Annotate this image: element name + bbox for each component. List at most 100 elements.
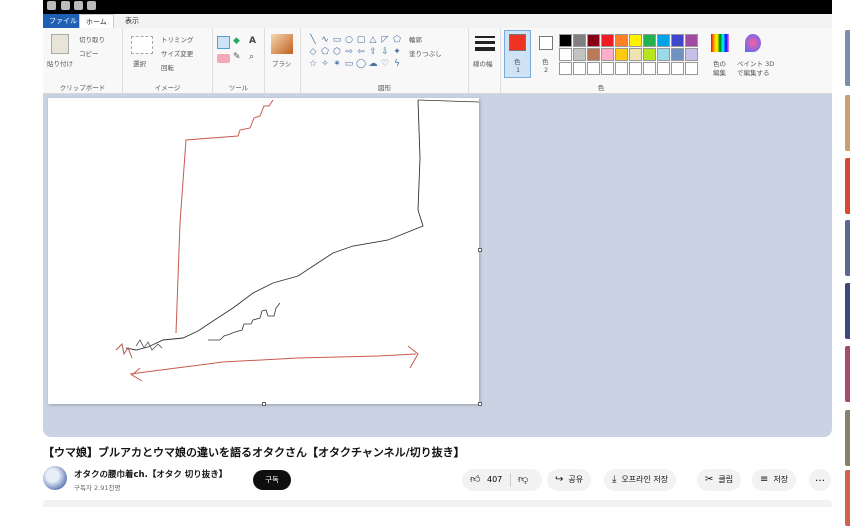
resize-button[interactable]: サイズ変更 [161, 48, 193, 58]
paste-button[interactable]: 貼り付け [47, 58, 73, 68]
color-swatch[interactable] [671, 62, 684, 75]
copy-button[interactable]: コピー [79, 48, 99, 58]
recommended-thumbnail[interactable] [845, 283, 850, 339]
text-icon[interactable]: A [249, 36, 262, 49]
color-swatch[interactable] [573, 34, 586, 47]
canvas-drawing [115, 99, 479, 382]
magnifier-icon[interactable]: ⌕ [249, 52, 262, 65]
color-swatch[interactable] [587, 62, 600, 75]
video-player[interactable]: ファイル ホーム 表示 貼り付け 切り取り コピー クリップボード 選択 トリミ… [43, 0, 832, 437]
color-swatch[interactable] [629, 62, 642, 75]
color-swatch[interactable] [601, 62, 614, 75]
scissors-icon: ✂ [705, 474, 714, 485]
color-swatch[interactable] [587, 34, 600, 47]
resize-handle-bottom[interactable] [262, 402, 266, 406]
channel-avatar[interactable] [43, 466, 67, 490]
color-swatch[interactable] [601, 34, 614, 47]
line-width-icon[interactable] [475, 36, 495, 38]
pencil-icon[interactable] [217, 36, 230, 49]
offline-save-button[interactable]: ⤓ 오프라인 저장 [604, 469, 677, 491]
color-swatch[interactable] [615, 48, 628, 61]
add-to-playlist-icon: ≡ [760, 474, 769, 485]
clipboard-group: 貼り付け 切り取り コピー クリップボード [43, 28, 123, 94]
color-swatch[interactable] [685, 34, 698, 47]
redo-icon[interactable] [87, 1, 96, 10]
description-box[interactable] [43, 500, 832, 507]
recommended-thumbnail[interactable] [845, 470, 850, 526]
fill-icon[interactable]: ◆ [233, 36, 246, 49]
recommended-thumbnail[interactable] [845, 158, 850, 214]
color-swatch[interactable] [657, 34, 670, 47]
recommended-thumbnail[interactable] [845, 346, 850, 402]
edit-colors-button-line2: 編集 [713, 69, 726, 77]
like-button[interactable]: 👍︎ 407 [470, 469, 502, 491]
color-swatch[interactable] [657, 48, 670, 61]
resize-handle-corner[interactable] [478, 402, 482, 406]
clip-button[interactable]: ✂ 클립 [697, 469, 742, 491]
line-width-button[interactable]: 線の幅 [473, 58, 493, 68]
eraser-icon[interactable] [217, 54, 230, 63]
like-divider [510, 473, 511, 487]
share-button[interactable]: ↪ 공유 [547, 469, 592, 491]
paint-canvas[interactable] [48, 98, 479, 404]
tab-file[interactable]: ファイル [43, 14, 83, 28]
color-swatch[interactable] [601, 48, 614, 61]
color-swatch[interactable] [643, 34, 656, 47]
color-swatch[interactable] [629, 48, 642, 61]
size-group: 線の幅 [469, 28, 501, 94]
undo-icon[interactable] [74, 1, 83, 10]
recommended-thumbnail[interactable] [845, 410, 850, 466]
color-swatch[interactable] [685, 62, 698, 75]
paint3d-icon[interactable] [745, 34, 761, 52]
rotate-button[interactable]: 回転 [161, 62, 174, 72]
tab-home[interactable]: ホーム [79, 14, 114, 28]
color2-sub: 2 [544, 66, 549, 74]
paste-icon[interactable] [51, 34, 69, 54]
color-swatch[interactable] [657, 62, 670, 75]
color-swatch[interactable] [573, 62, 586, 75]
select-icon[interactable] [131, 36, 153, 54]
color-swatch[interactable] [643, 62, 656, 75]
channel-name[interactable]: オタクの腰巾着ch.【オタク 切り抜き】 [74, 468, 227, 480]
video-title: 【ウマ娘】ブルアカとウマ娘の違いを語るオタクさん【オタクチャンネル/切り抜き】 [43, 446, 465, 459]
cut-button[interactable]: 切り取り [79, 34, 105, 44]
color-swatch[interactable] [643, 48, 656, 61]
crop-button[interactable]: トリミング [161, 34, 194, 44]
color-palette[interactable] [559, 34, 698, 75]
color-swatch[interactable] [573, 48, 586, 61]
download-icon: ⤓ [612, 474, 617, 485]
recommended-thumbnail[interactable] [845, 95, 850, 151]
shapes-gallery[interactable]: ╲ ∿ ▭ ○ ▢ △ ◸ ⬠ ◇ ⬠ ⬡ ⇨ ⇦ ⇧ ⇩ ✦ ☆ ✧ ✶ ▭ ◯ ☁ ♡ ϟ [307, 34, 403, 70]
tools-group: ◆ A ✎ ⌕ ツール [213, 28, 265, 94]
select-button[interactable]: 選択 [133, 58, 146, 68]
save-button[interactable]: ≡ 저장 [752, 469, 797, 491]
color-swatch[interactable] [615, 62, 628, 75]
recommended-thumbnail[interactable] [845, 220, 850, 276]
ribbon-tabs: ファイル ホーム 表示 [43, 14, 832, 28]
color-swatch[interactable] [615, 34, 628, 47]
recommended-thumbnail[interactable] [845, 30, 850, 86]
outline-button[interactable]: 輪郭 [409, 34, 422, 44]
brushes-button[interactable]: ブラシ [272, 58, 291, 68]
edit-colors-icon[interactable] [711, 34, 729, 52]
save-icon[interactable] [61, 1, 70, 10]
more-actions-button[interactable]: … [809, 469, 831, 491]
color-swatch[interactable] [685, 48, 698, 61]
share-label: 공유 [568, 475, 584, 484]
color-swatch[interactable] [587, 48, 600, 61]
fill-button[interactable]: 塗りつぶし [409, 48, 442, 58]
color-swatch[interactable] [559, 34, 572, 47]
color-swatch[interactable] [629, 34, 642, 47]
color-swatch[interactable] [559, 48, 572, 61]
color-picker-icon[interactable]: ✎ [233, 52, 246, 65]
brush-icon[interactable] [271, 34, 293, 54]
resize-handle-right[interactable] [478, 248, 482, 252]
color2-swatch[interactable] [539, 36, 553, 50]
color-swatch[interactable] [671, 48, 684, 61]
subscribe-button[interactable]: 구독 [253, 470, 291, 490]
color-swatch[interactable] [559, 62, 572, 75]
dislike-button[interactable]: 👎︎ [518, 469, 528, 491]
color2-label: 色 [542, 58, 549, 66]
color-swatch[interactable] [671, 34, 684, 47]
tab-view[interactable]: 表示 [119, 14, 145, 28]
